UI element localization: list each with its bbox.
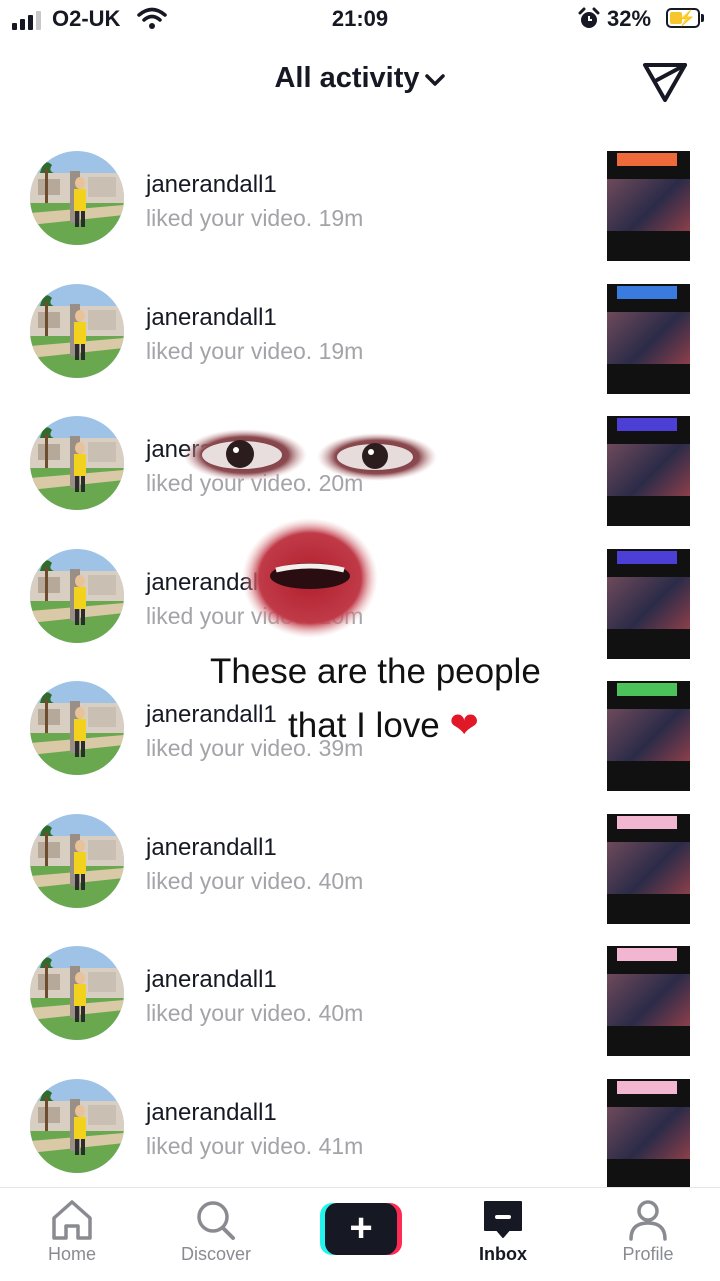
activity-row[interactable]: janerandall1 liked your video. 19m <box>0 266 720 399</box>
activity-action: liked your video. <box>146 205 313 231</box>
nav-home-label: Home <box>47 1244 96 1264</box>
activity-text: liked your video. 19m <box>146 205 363 232</box>
username[interactable]: janerandall1 <box>146 304 277 332</box>
thumbnail-scene <box>607 179 690 231</box>
video-thumbnail[interactable] <box>607 681 690 791</box>
page-title: All activity <box>274 62 420 94</box>
heart-emoji: ❤ <box>449 706 479 745</box>
nav-inbox-label: Inbox <box>479 1244 527 1264</box>
activity-time: 41m <box>318 1132 364 1159</box>
header: All activity <box>0 48 720 112</box>
activity-time: 19m <box>318 205 364 231</box>
thumbnail-caption-tag <box>617 948 677 961</box>
thumbnail-caption-tag <box>617 1080 677 1094</box>
activity-row[interactable]: janerandall1 liked your video. 41m <box>0 1061 720 1194</box>
home-icon <box>52 1200 92 1240</box>
activity-text: liked your video. 40m <box>146 868 363 895</box>
username[interactable]: janerandall1 <box>146 171 277 199</box>
thumbnail-caption-tag <box>617 683 677 696</box>
nav-discover-label: Discover <box>180 1244 251 1264</box>
video-caption: These are the people that I love ❤ <box>210 645 541 753</box>
eye-sticker-right <box>315 430 440 490</box>
search-icon <box>197 1201 235 1240</box>
caption-line-2: that I love <box>288 706 440 745</box>
eye-sticker-left <box>180 425 310 490</box>
nav-profile[interactable]: Profile <box>593 1198 703 1265</box>
alarm-icon <box>577 7 601 36</box>
video-thumbnail[interactable] <box>607 813 690 924</box>
thumbnail-caption-tag <box>617 285 677 299</box>
chevron-down-icon <box>424 63 446 96</box>
avatar[interactable] <box>30 1078 124 1173</box>
thumbnail-scene <box>607 311 690 364</box>
video-thumbnail[interactable] <box>607 946 690 1056</box>
direct-message-icon[interactable] <box>641 60 689 109</box>
nav-home[interactable]: Home <box>17 1198 127 1265</box>
activity-text: liked your video. 41m <box>146 1133 363 1160</box>
thumbnail-caption-tag <box>617 815 677 829</box>
avatar[interactable] <box>30 548 124 643</box>
thumbnail-scene <box>607 1106 690 1159</box>
activity-action: liked your video. <box>146 337 313 364</box>
thumbnail-scene <box>607 841 690 894</box>
thumbnail-caption-tag <box>617 153 677 166</box>
avatar[interactable] <box>30 946 124 1040</box>
video-thumbnail[interactable] <box>607 416 690 526</box>
video-thumbnail[interactable] <box>607 548 690 659</box>
activity-action: liked your video. <box>146 1000 313 1026</box>
avatar[interactable] <box>30 283 124 378</box>
thumbnail-scene <box>607 444 690 496</box>
video-thumbnail[interactable] <box>607 283 690 394</box>
activity-filter-dropdown[interactable]: All activity <box>0 62 720 96</box>
activity-text: liked your video. 40m <box>146 1000 363 1027</box>
activity-time: 19m <box>318 337 364 364</box>
activity-row[interactable]: janerandall1 liked your video. 40m <box>0 796 720 929</box>
activity-text: liked your video. 19m <box>146 338 363 365</box>
caption-line-1: These are the people <box>210 652 541 691</box>
status-bar: O2-UK 21:09 32% ⚡ <box>0 0 720 40</box>
create-button[interactable]: + <box>320 1203 402 1255</box>
thumbnail-scene <box>607 974 690 1026</box>
username[interactable]: janerandall1 <box>146 834 277 862</box>
profile-icon <box>629 1200 667 1241</box>
activity-time: 40m <box>318 867 364 894</box>
activity-row[interactable]: janerandall1 liked your video. 19m <box>0 133 720 266</box>
nav-profile-label: Profile <box>622 1244 674 1264</box>
avatar[interactable] <box>30 681 124 775</box>
activity-row[interactable]: janerandall1 liked your video. 40m <box>0 928 720 1061</box>
nav-discover[interactable]: Discover <box>161 1198 271 1265</box>
video-thumbnail[interactable] <box>607 151 690 261</box>
thumbnail-caption-tag <box>617 550 677 564</box>
username[interactable]: janerandall1 <box>146 1099 277 1127</box>
activity-action: liked your video. <box>146 1132 313 1159</box>
activity-action: liked your video. <box>146 867 313 894</box>
avatar[interactable] <box>30 416 124 510</box>
plus-icon: + <box>325 1203 397 1255</box>
activity-time: 40m <box>318 1000 364 1026</box>
battery-tip <box>701 14 704 22</box>
username[interactable]: janerandall1 <box>146 966 277 994</box>
thumbnail-caption-tag <box>617 418 677 431</box>
thumbnail-scene <box>607 576 690 629</box>
inbox-icon <box>484 1201 522 1238</box>
mouth-sticker <box>240 518 380 648</box>
battery-icon: ⚡ <box>666 8 700 28</box>
video-thumbnail[interactable] <box>607 1078 690 1189</box>
battery-percent: 32% <box>607 6 652 31</box>
nav-inbox[interactable]: Inbox <box>448 1198 558 1265</box>
avatar[interactable] <box>30 151 124 245</box>
thumbnail-scene <box>607 709 690 761</box>
avatar[interactable] <box>30 813 124 908</box>
